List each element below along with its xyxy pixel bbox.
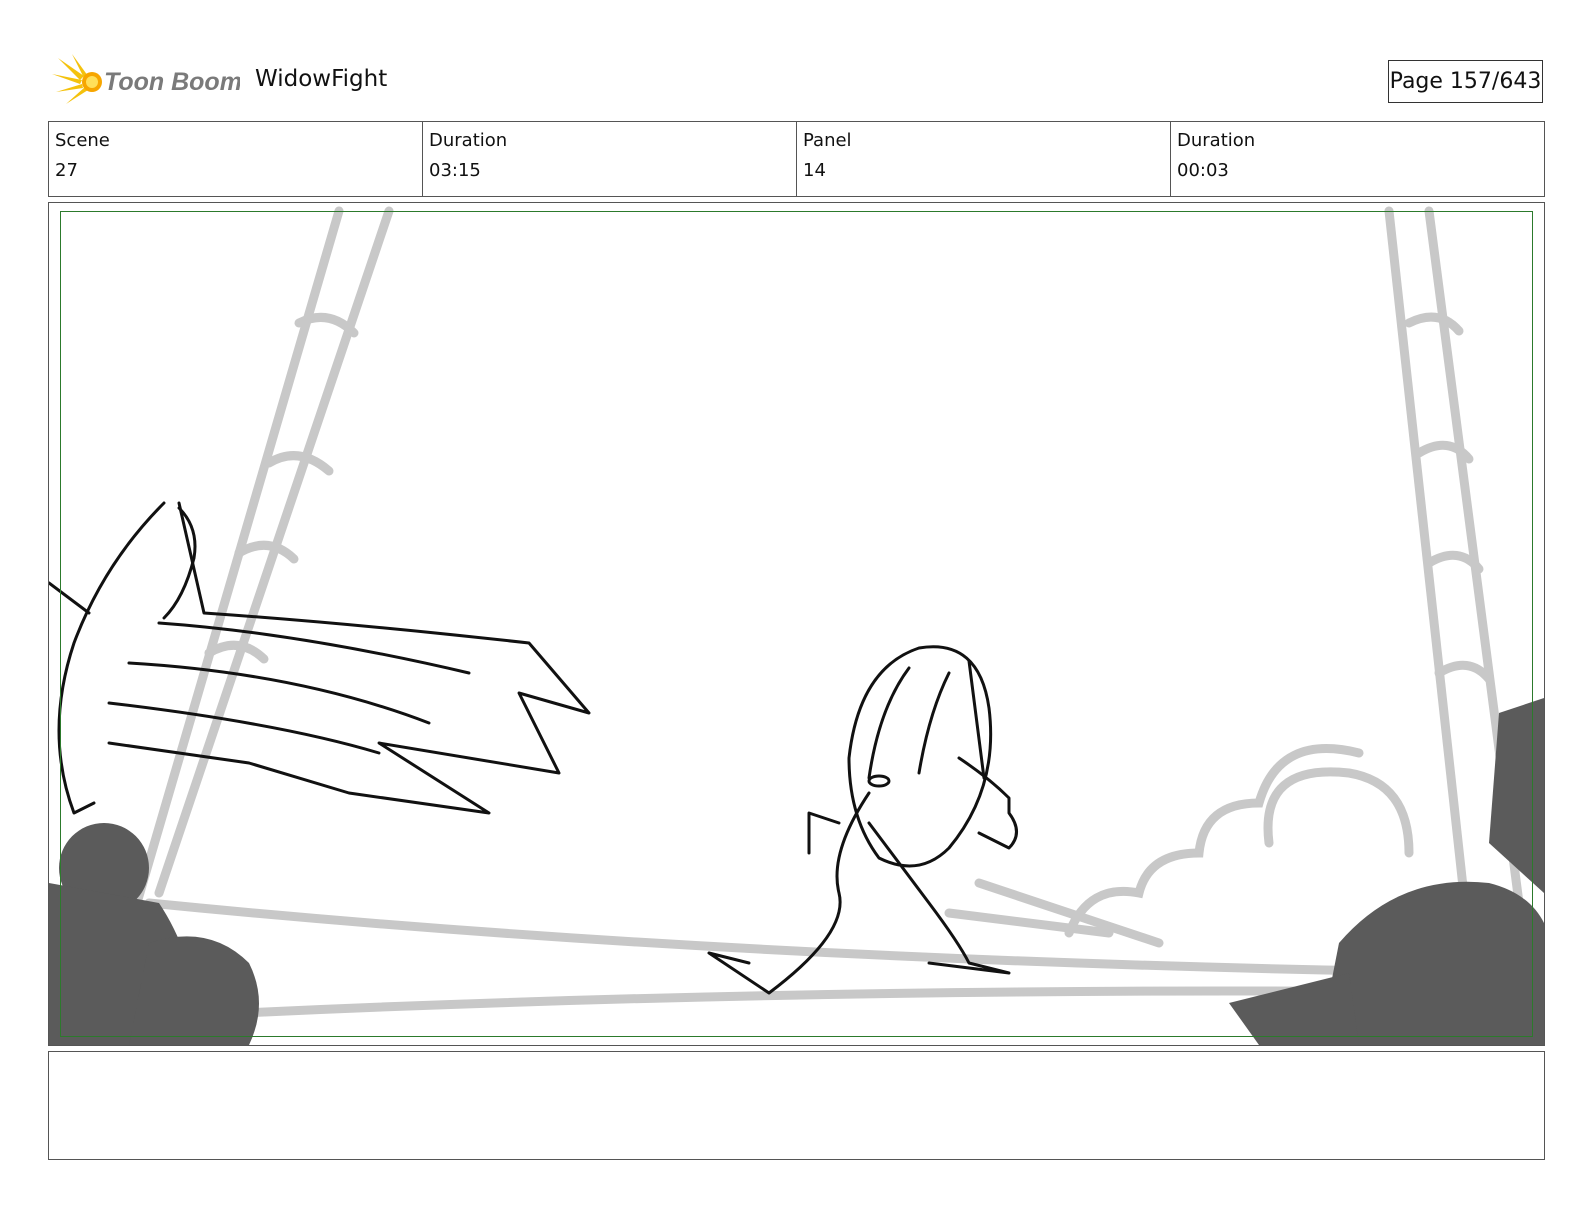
panel-cell: Panel 14 [797, 122, 1171, 196]
cloth-streak-sketch [49, 501, 591, 815]
panel-image-frame [48, 202, 1545, 1046]
brand-text: Toon Boom [104, 68, 240, 96]
project-title: WidowFight [255, 66, 388, 92]
scene-duration-value: 03:15 [429, 160, 481, 181]
panel-duration-value: 00:03 [1177, 160, 1229, 181]
toon-boom-logo: Toon Boom [52, 54, 240, 104]
sunburst-icon [52, 54, 102, 104]
scene-value: 27 [55, 160, 78, 181]
scene-label: Scene [55, 130, 110, 151]
background-sketch [49, 206, 1544, 1038]
panel-notes-area[interactable] [48, 1051, 1545, 1160]
panel-duration-label: Duration [1177, 130, 1256, 151]
character-sketch [707, 645, 1018, 995]
scene-cell: Scene 27 [49, 122, 423, 196]
panel-label: Panel [803, 130, 852, 151]
info-table: Scene 27 Duration 03:15 Panel 14 Duratio… [48, 121, 1545, 197]
panel-duration-cell: Duration 00:03 [1171, 122, 1544, 196]
scene-duration-label: Duration [429, 130, 508, 151]
scene-duration-cell: Duration 03:15 [423, 122, 797, 196]
storyboard-sketch [49, 206, 1544, 1045]
page-indicator: Page 157/643 [1388, 60, 1543, 103]
panel-value: 14 [803, 160, 826, 181]
